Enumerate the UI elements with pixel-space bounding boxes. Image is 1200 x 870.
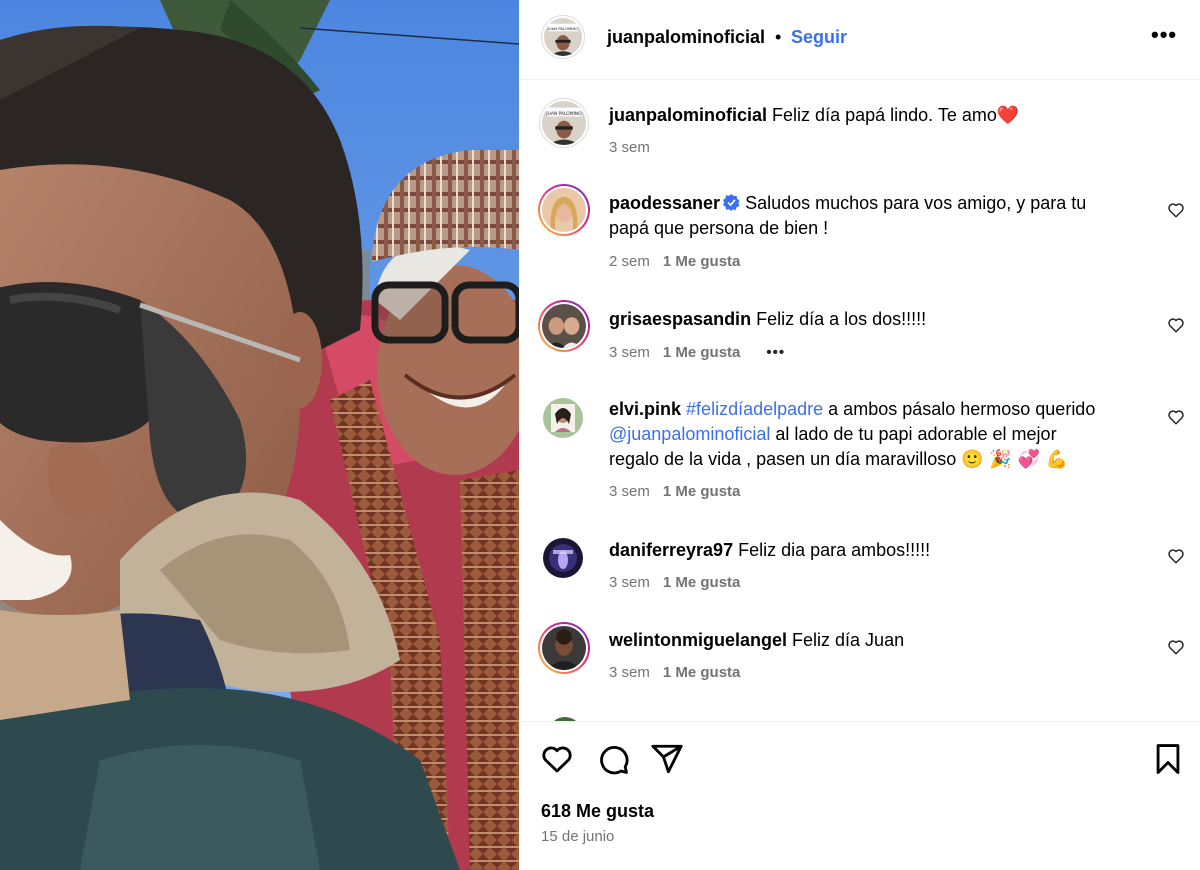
- comment-likes[interactable]: 1 Me gusta: [663, 483, 741, 500]
- comment-body-line3: regalo de la vida , pasen un día maravil…: [609, 449, 957, 469]
- comment-avatar-elvi-pink[interactable]: [540, 395, 586, 441]
- avatar-image: [542, 304, 586, 348]
- caption-username[interactable]: juanpalominoficial: [609, 105, 767, 125]
- heart-icon[interactable]: [540, 742, 574, 776]
- likes-count[interactable]: 618 Me gusta: [541, 801, 654, 822]
- comment-meta: 2 sem 1 Me gusta: [609, 253, 740, 270]
- verified-badge-icon: [723, 194, 740, 211]
- comment-body: Feliz día Juan: [792, 630, 905, 650]
- comment-like-heart-icon[interactable]: [1167, 547, 1185, 565]
- caption-body: Feliz día papá lindo. Te amo: [772, 105, 997, 125]
- comment-time[interactable]: 2 sem: [609, 253, 650, 270]
- comment-body-line2: papá que persona de bien !: [609, 218, 829, 238]
- caption-text: juanpalominoficial Feliz día papá lindo.…: [609, 103, 1159, 128]
- comment-avatar-grisaespasandin[interactable]: [538, 300, 590, 352]
- heart-emoji: ❤️: [996, 105, 1020, 126]
- hashtag-link[interactable]: #felizdíadelpadre: [686, 399, 823, 419]
- comment-username[interactable]: grisaespasandin: [609, 309, 751, 329]
- comment-meta: 3 sem 1 Me gusta: [609, 664, 740, 681]
- comment-like-heart-icon[interactable]: [1167, 638, 1185, 656]
- caption-avatar[interactable]: JUAN PALOMINO: [539, 98, 589, 148]
- avatar-image: [543, 398, 583, 438]
- comment-text: daniferreyra97 Feliz dia para ambos!!!!!: [609, 538, 1159, 563]
- comment-username[interactable]: daniferreyra97: [609, 540, 733, 560]
- comment-options-icon[interactable]: •••: [766, 344, 785, 361]
- comment-likes[interactable]: 1 Me gusta: [663, 574, 741, 591]
- comment-avatar-daniferreyra97[interactable]: [540, 535, 586, 581]
- post-actions: 618 Me gusta 15 de junio: [519, 721, 1200, 870]
- comment-meta: 3 sem 1 Me gusta: [609, 483, 740, 500]
- header-separator: •: [775, 27, 782, 47]
- comment-icon[interactable]: [596, 742, 630, 776]
- comment-likes[interactable]: 1 Me gusta: [663, 664, 741, 681]
- comment-time[interactable]: 3 sem: [609, 483, 650, 500]
- comment-meta: 3 sem 1 Me gusta: [609, 574, 740, 591]
- comment-text: welintonmiguelangel Feliz día Juan: [609, 628, 1159, 653]
- post-panel: JUAN PALOMINO juanpalominoficial • Segui…: [519, 0, 1200, 870]
- post-date[interactable]: 15 de junio: [541, 828, 614, 845]
- comment-time[interactable]: 3 sem: [609, 344, 650, 361]
- caption-avatar-image: JUAN PALOMINO: [542, 101, 586, 145]
- avatar-image: [543, 538, 583, 578]
- comment-time[interactable]: 3 sem: [609, 664, 650, 681]
- header-username[interactable]: juanpalominoficial: [607, 27, 765, 48]
- comments-list: JUAN PALOMINO juanpalominoficial Feliz d…: [519, 81, 1200, 721]
- share-icon[interactable]: [650, 742, 684, 776]
- header-avatar[interactable]: JUAN PALOMINO: [541, 15, 585, 59]
- comment-meta: 3 sem 1 Me gusta •••: [609, 344, 785, 361]
- comment-text: grisaespasandin Feliz día a los dos!!!!!: [609, 307, 1159, 332]
- svg-text:JUAN PALOMINO: JUAN PALOMINO: [545, 111, 582, 117]
- comment-like-heart-icon[interactable]: [1167, 408, 1185, 426]
- comment-body: Feliz dia para ambos!!!!!: [738, 540, 931, 560]
- comment-text: paodessaner Saludos muchos para vos amig…: [609, 191, 1159, 241]
- avatar-image: [542, 188, 586, 232]
- comment-body-line2: al lado de tu papi adorable el mejor: [775, 424, 1057, 444]
- header-avatar-image: JUAN PALOMINO: [544, 18, 582, 56]
- comment-username[interactable]: elvi.pink: [609, 399, 681, 419]
- comment-like-heart-icon[interactable]: [1167, 316, 1185, 334]
- comment-emojis: 🙂 🎉 💞 💪: [961, 449, 1069, 470]
- comment-avatar-welintonmiguelangel[interactable]: [538, 622, 590, 674]
- post-photo[interactable]: [0, 0, 519, 870]
- comment-body: Feliz día a los dos!!!!!: [756, 309, 927, 329]
- avatar-image: [542, 626, 586, 670]
- more-horizontal-icon[interactable]: •••: [1151, 22, 1181, 52]
- comment-text: elvi.pink #felizdíadelpadre a ambos pása…: [609, 397, 1159, 472]
- comment-likes[interactable]: 1 Me gusta: [663, 344, 741, 361]
- comment-likes[interactable]: 1 Me gusta: [663, 253, 741, 270]
- bookmark-icon[interactable]: [1151, 742, 1185, 776]
- comment-username[interactable]: paodessaner: [609, 193, 720, 213]
- comment-body-line1: Saludos muchos para vos amigo, y para tu: [745, 193, 1087, 213]
- selfie-image: [0, 0, 519, 870]
- comment-username[interactable]: welintonmiguelangel: [609, 630, 787, 650]
- mention-link[interactable]: @juanpalominoficial: [609, 424, 770, 444]
- caption-meta: 3 sem: [609, 139, 650, 156]
- post-header: JUAN PALOMINO juanpalominoficial • Segui…: [519, 0, 1200, 80]
- comment-avatar-paodessaner[interactable]: [538, 184, 590, 236]
- comment-body-line1: a ambos pásalo hermoso querido: [828, 399, 1096, 419]
- comment-time[interactable]: 3 sem: [609, 574, 650, 591]
- caption-time[interactable]: 3 sem: [609, 139, 650, 156]
- follow-button[interactable]: Seguir: [791, 27, 847, 48]
- comment-like-heart-icon[interactable]: [1167, 201, 1185, 219]
- svg-text:JUAN PALOMINO: JUAN PALOMINO: [547, 26, 578, 31]
